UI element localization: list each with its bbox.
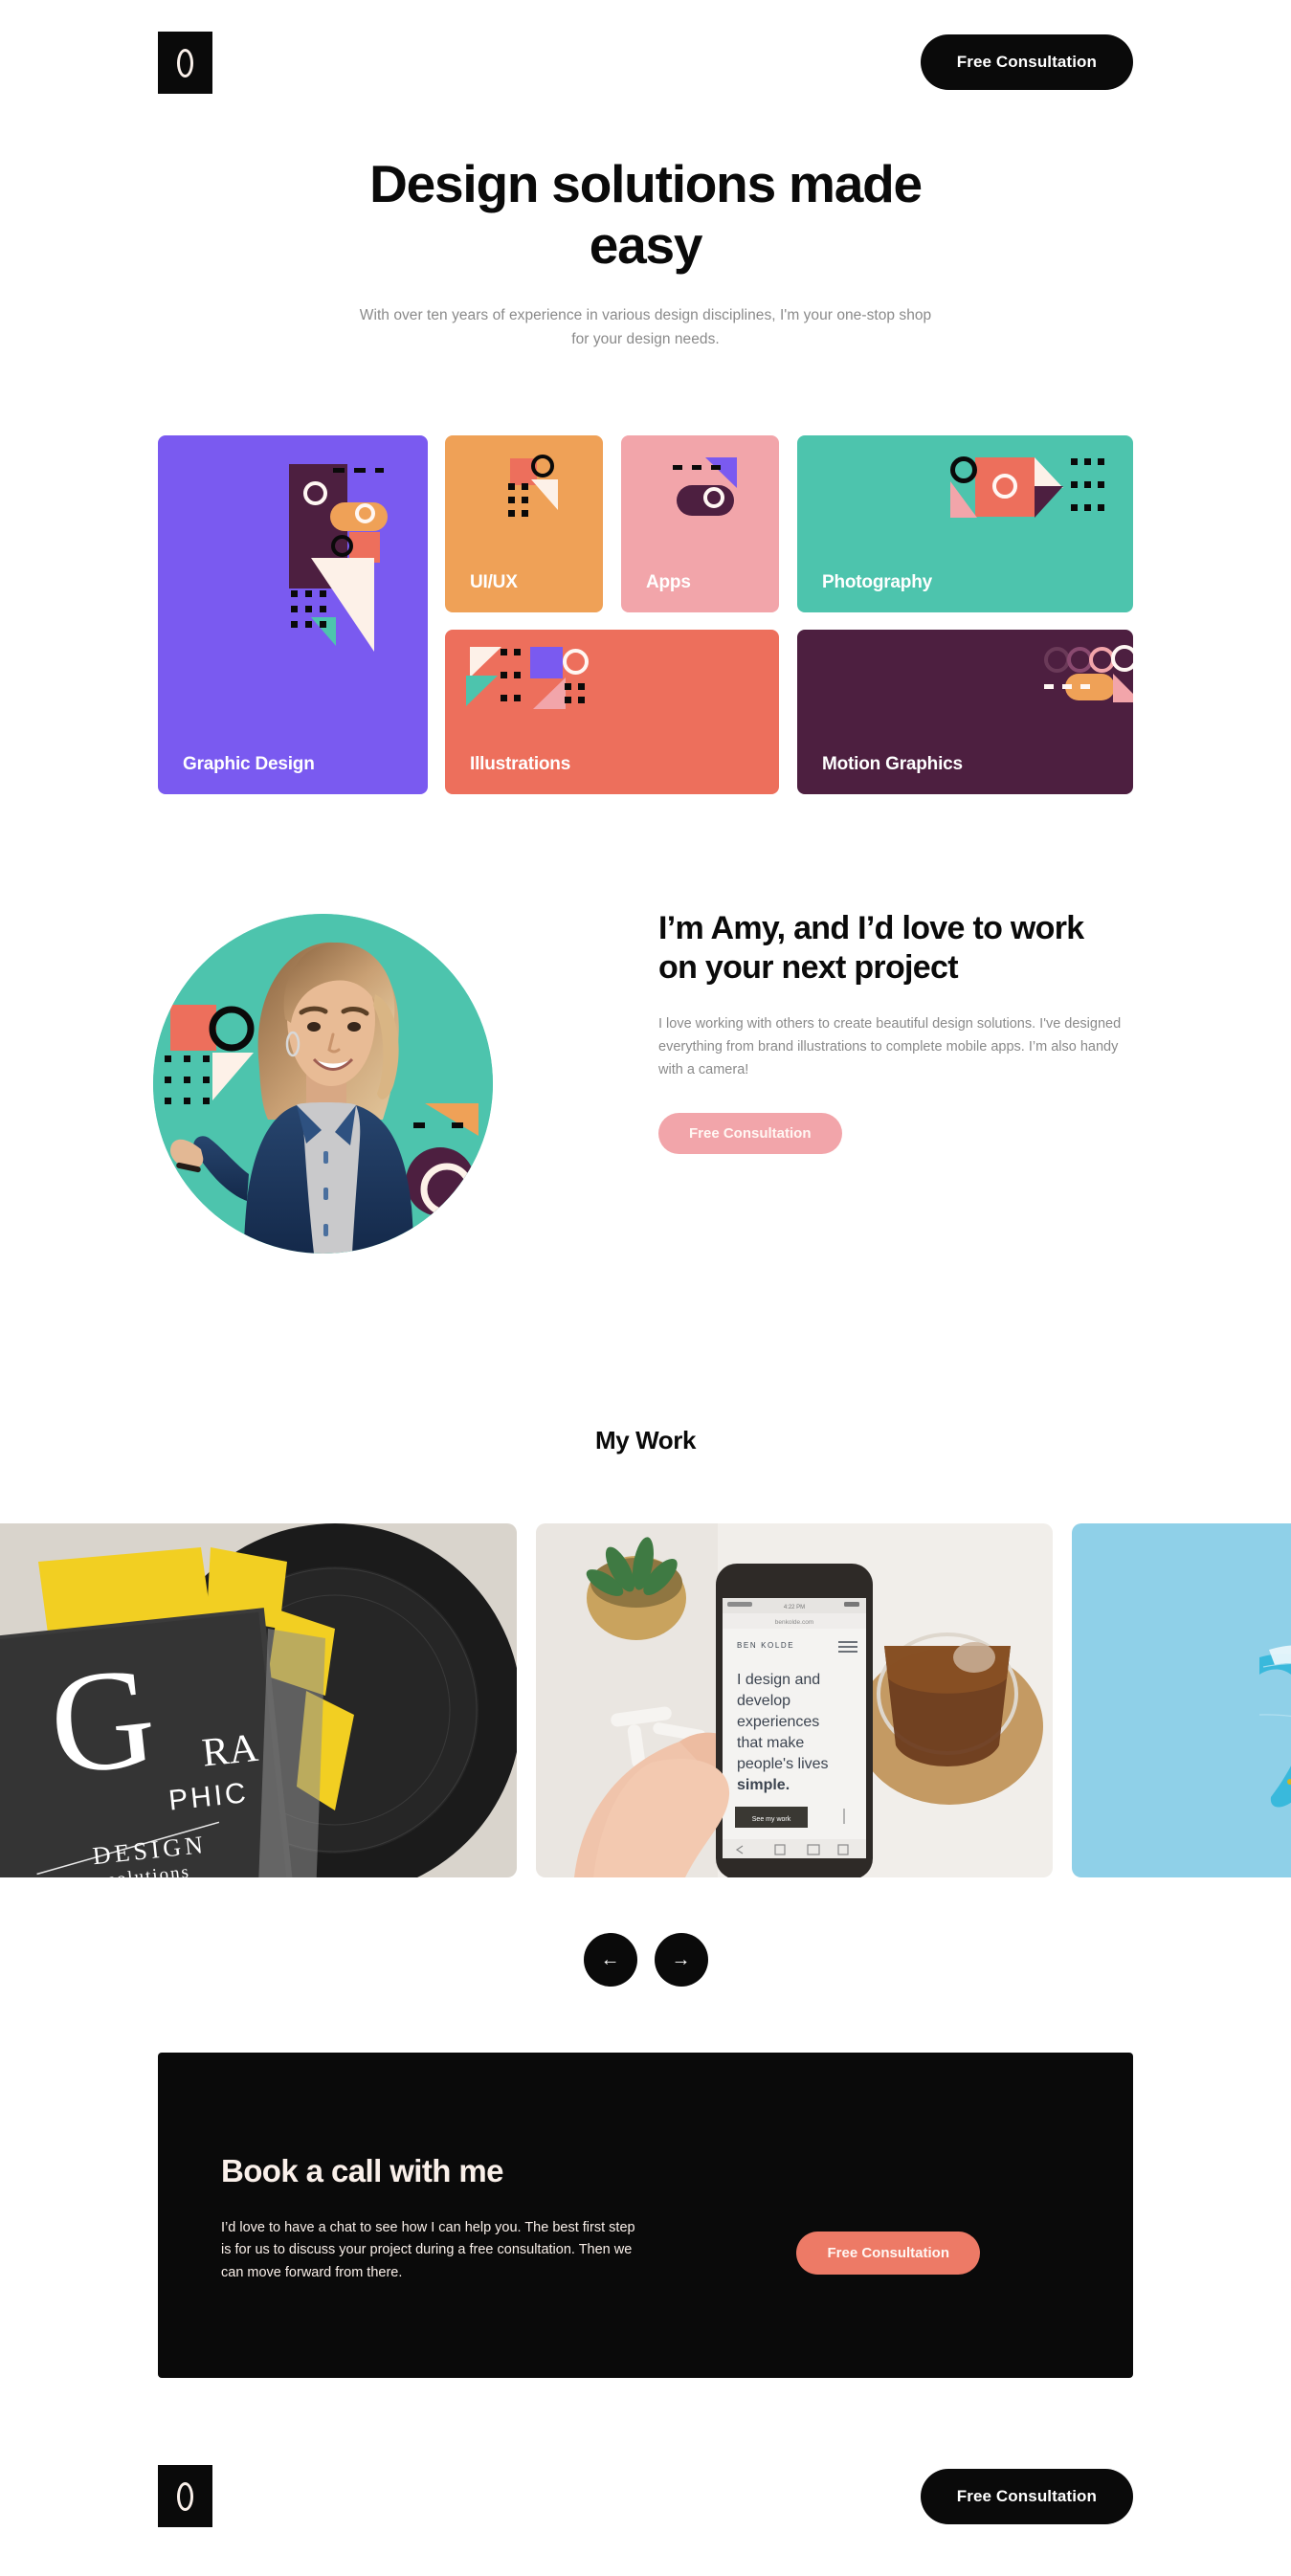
slide-image-ribbons bbox=[1072, 1523, 1291, 1877]
svg-text:RA: RA bbox=[200, 1726, 260, 1776]
cta-paragraph: I’d love to have a chat to see how I can… bbox=[221, 2220, 635, 2280]
svg-text:develop: develop bbox=[737, 1693, 790, 1709]
circle-monogram-logo[interactable] bbox=[158, 32, 212, 94]
category-card-apps[interactable]: Apps bbox=[621, 435, 779, 612]
carousel-slide-phone[interactable]: 4:22 PM benkolde.com BEN KOLDE I design … bbox=[536, 1523, 1053, 1877]
svg-text:See my work: See my work bbox=[752, 1816, 791, 1823]
about-text-column: I’m Amy, and I’d love to work on your ne… bbox=[658, 909, 1137, 1154]
header-free-consultation-button[interactable]: Free Consultation bbox=[920, 34, 1133, 90]
svg-text:BEN KOLDE: BEN KOLDE bbox=[737, 1641, 794, 1650]
about-free-consultation-button[interactable]: Free Consultation bbox=[658, 1112, 842, 1154]
category-card-grid: Graphic Design UI/UX Apps Photography Il… bbox=[158, 435, 1133, 794]
carousel-navigation: ← → bbox=[0, 1933, 1291, 1987]
work-carousel[interactable]: G RA PHIC DESIGN solutions 4:22 PM benko… bbox=[0, 1523, 1291, 1877]
svg-text:G: G bbox=[43, 1636, 163, 1805]
svg-text:4:22 PM: 4:22 PM bbox=[784, 1605, 805, 1610]
svg-text:people's lives: people's lives bbox=[737, 1756, 829, 1772]
logo-ring-icon bbox=[177, 48, 193, 78]
carousel-slide-ribbons[interactable] bbox=[1072, 1523, 1291, 1877]
category-label: Illustrations bbox=[470, 754, 571, 774]
slide-image-phone: 4:22 PM benkolde.com BEN KOLDE I design … bbox=[536, 1523, 1053, 1877]
portrait-illustration bbox=[153, 914, 493, 1254]
category-card-photography[interactable]: Photography bbox=[797, 435, 1133, 612]
page-title: Design solutions made easy bbox=[369, 154, 923, 276]
carousel-prev-button[interactable]: ← bbox=[583, 1933, 637, 1987]
card-decorative-art bbox=[445, 435, 603, 612]
category-label: Graphic Design bbox=[183, 754, 315, 774]
category-card-motion-graphics[interactable]: Motion Graphics bbox=[797, 630, 1133, 794]
site-footer: Free Consultation bbox=[0, 2452, 1291, 2576]
logo-ring-icon bbox=[177, 2481, 193, 2511]
svg-text:simple.: simple. bbox=[737, 1777, 790, 1793]
category-card-ui-ux[interactable]: UI/UX bbox=[445, 435, 603, 612]
category-label: Photography bbox=[822, 572, 932, 592]
footer-circle-monogram-logo[interactable] bbox=[158, 2465, 212, 2527]
category-label: Motion Graphics bbox=[822, 754, 963, 774]
about-title: I’m Amy, and I’d love to work on your ne… bbox=[658, 910, 1084, 986]
carousel-slide-magazine[interactable]: G RA PHIC DESIGN solutions bbox=[0, 1523, 517, 1877]
site-header: Free Consultation bbox=[0, 0, 1291, 124]
category-label: UI/UX bbox=[470, 572, 518, 592]
category-card-illustrations[interactable]: Illustrations bbox=[445, 630, 779, 794]
about-section: I’m Amy, and I’d love to work on your ne… bbox=[0, 895, 1291, 1344]
carousel-next-button[interactable]: → bbox=[654, 1933, 708, 1987]
about-paragraph: I love working with others to create bea… bbox=[658, 1015, 1122, 1078]
svg-text:that make: that make bbox=[737, 1735, 804, 1751]
cta-title: Book a call with me bbox=[221, 2153, 503, 2188]
work-section-title: My Work bbox=[594, 1426, 697, 1455]
hero-subtitle: With over ten years of experience in var… bbox=[359, 306, 932, 347]
svg-text:I design and: I design and bbox=[737, 1672, 820, 1688]
hero-section: Design solutions made easy With over ten… bbox=[0, 153, 1291, 351]
svg-text:experiences: experiences bbox=[737, 1714, 819, 1730]
slide-image-magazine: G RA PHIC DESIGN solutions bbox=[0, 1523, 517, 1877]
avatar bbox=[153, 914, 493, 1254]
category-label: Apps bbox=[646, 572, 691, 592]
svg-text:benkolde.com: benkolde.com bbox=[775, 1619, 813, 1626]
booking-cta-section: Book a call with me I’d love to have a c… bbox=[158, 2053, 1133, 2378]
card-decorative-art bbox=[621, 435, 779, 612]
category-card-graphic-design[interactable]: Graphic Design bbox=[158, 435, 428, 794]
card-decorative-art bbox=[158, 435, 428, 794]
footer-free-consultation-button[interactable]: Free Consultation bbox=[920, 2469, 1133, 2524]
cta-free-consultation-button[interactable]: Free Consultation bbox=[796, 2232, 980, 2275]
